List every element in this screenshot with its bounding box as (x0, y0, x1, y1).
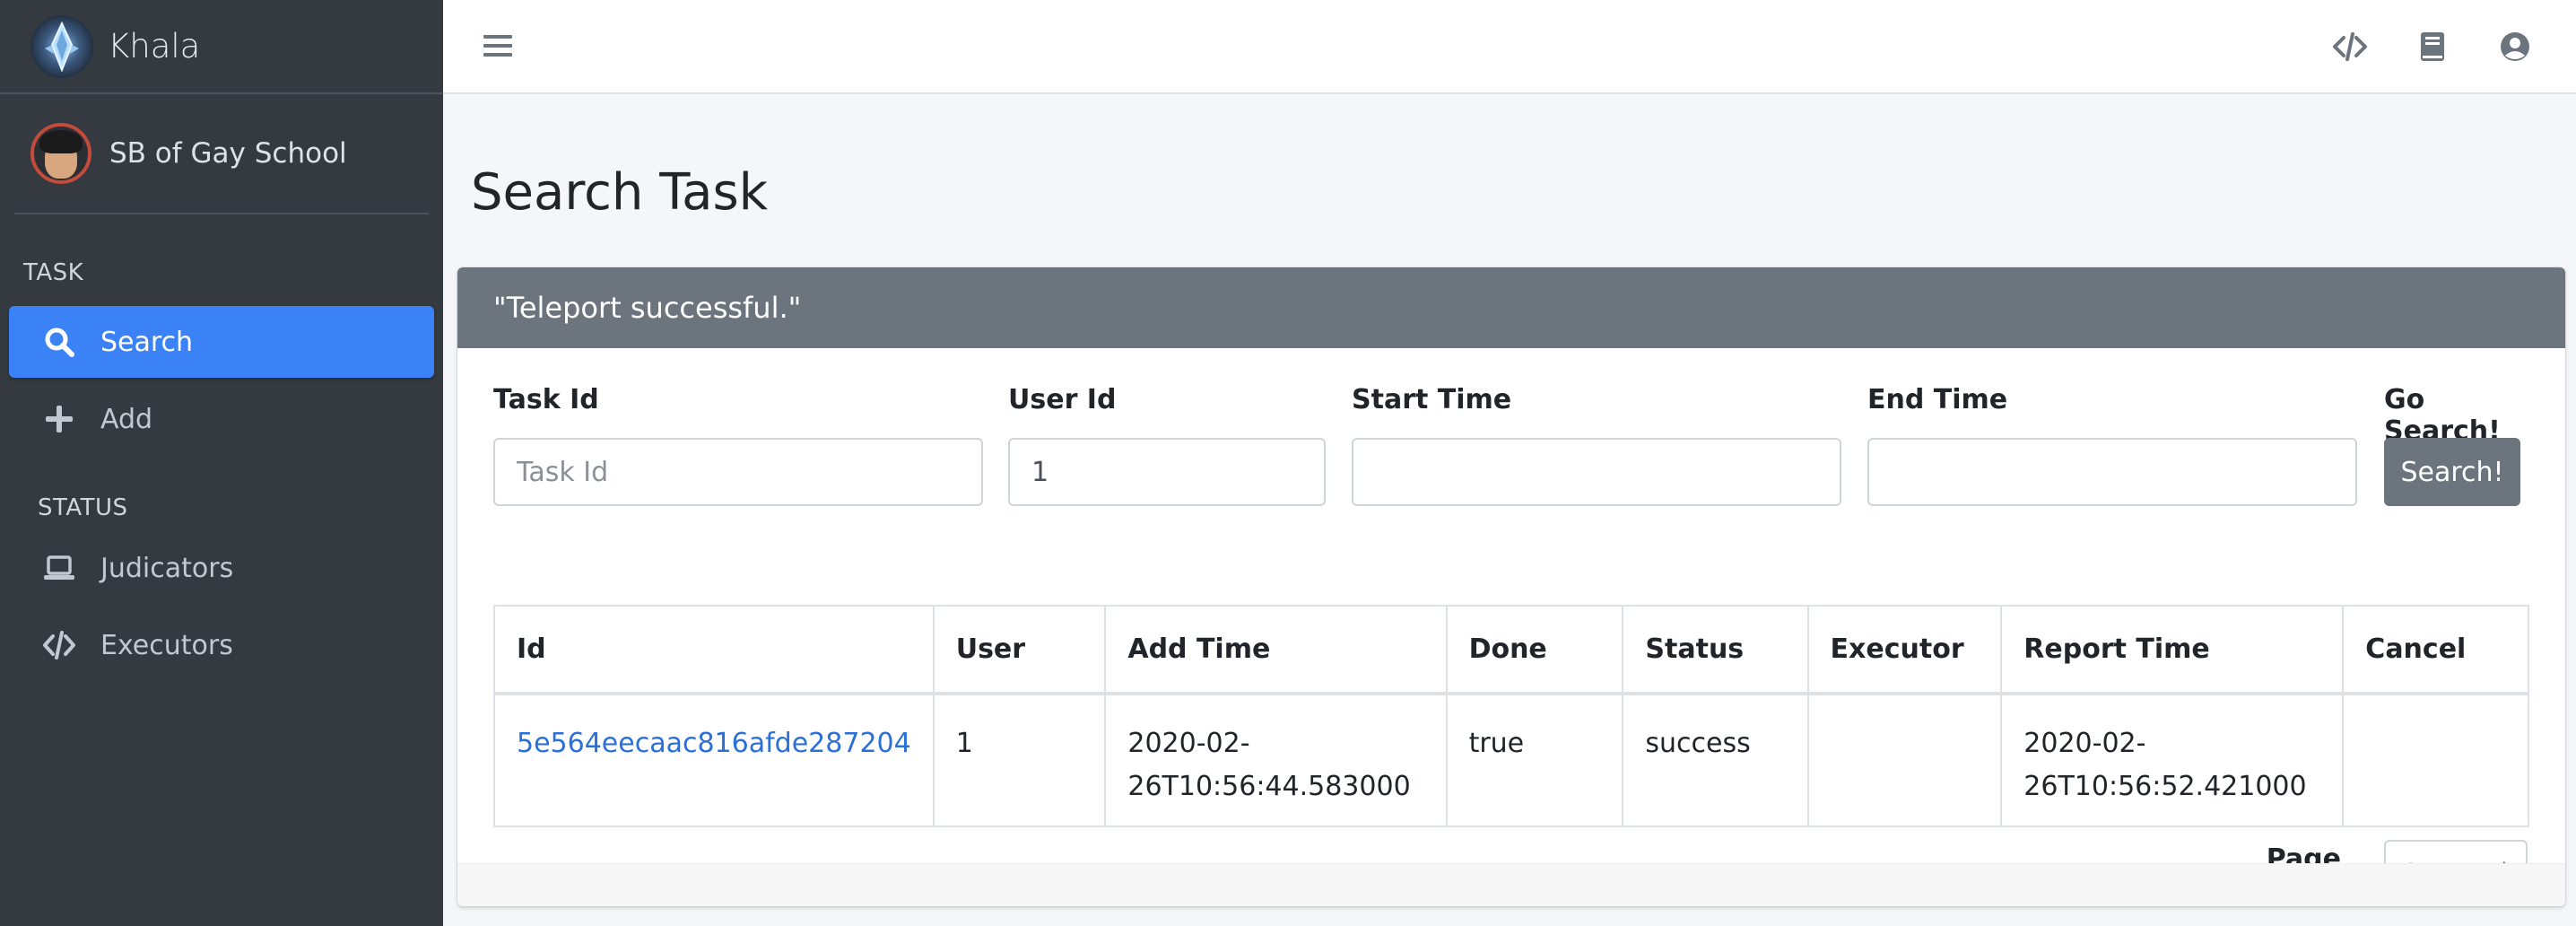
cell-report-time: 2020-02- 26T10:56:52.421000 (2000, 693, 2345, 827)
task-id-link[interactable]: 5e564eecaac816afde287204 (517, 728, 911, 759)
code-icon (41, 627, 77, 663)
sidebar-item-search[interactable]: Search (9, 306, 434, 378)
laptop-icon (41, 550, 77, 586)
cell-cancel (2342, 693, 2529, 827)
cell-id: 5e564eecaac816afde287204 (493, 693, 935, 827)
end-time-group: End Time (1867, 384, 2357, 506)
code-icon[interactable] (2328, 25, 2371, 68)
sidebar-item-executors[interactable]: Executors (9, 609, 434, 681)
alert-message: "Teleport successful." (457, 267, 2565, 348)
search-button[interactable]: Search! (2384, 438, 2520, 506)
sidebar-item-label: Search (100, 326, 194, 358)
sidebar: Khala SB of Gay School TASK Search Add S… (0, 0, 443, 926)
user-id-label: User Id (1008, 384, 1117, 415)
task-id-label: Task Id (493, 384, 599, 415)
add-time-part: 26T10:56:44.583000 (1127, 771, 1411, 802)
cell-add-time: 2020-02- 26T10:56:44.583000 (1104, 693, 1448, 827)
sidebar-item-add[interactable]: Add (9, 383, 434, 455)
brand-logo (30, 14, 93, 78)
topbar (443, 0, 2576, 94)
user-circle-icon[interactable] (2493, 25, 2537, 68)
table-row: 5e564eecaac816afde287204 1 2020-02- 26T10… (493, 693, 2529, 827)
sidebar-item-judicators[interactable]: Judicators (9, 532, 434, 604)
search-card: "Teleport successful." Task Id User Id S… (457, 267, 2565, 906)
column-header: Id (493, 605, 935, 695)
card-body: Task Id User Id Start Time End Time Go S… (457, 348, 2565, 906)
nav-header-status: STATUS (38, 494, 128, 521)
column-header: Report Time (2000, 605, 2345, 695)
column-header: Status (1622, 605, 1809, 695)
column-header: User (932, 605, 1107, 695)
task-table: Id User Add Time Done Status Executor Re… (493, 605, 2529, 827)
user-panel[interactable]: SB of Gay School (14, 94, 429, 214)
start-time-label: Start Time (1352, 384, 1512, 415)
hamburger-menu-icon[interactable] (481, 29, 515, 63)
add-time-part: 2020-02- (1127, 728, 1250, 759)
report-time-part: 2020-02- (2023, 728, 2146, 759)
crystal-logo-icon (45, 21, 79, 72)
cell-user: 1 (932, 693, 1107, 827)
book-icon[interactable] (2411, 25, 2454, 68)
card-footer (457, 863, 2565, 906)
start-time-group: Start Time (1352, 384, 1841, 506)
user-id-group: User Id (1008, 384, 1326, 506)
sidebar-item-label: Judicators (100, 552, 234, 584)
end-time-input[interactable] (1867, 438, 2357, 506)
topbar-icons (2289, 25, 2537, 68)
cell-executor (1806, 693, 2003, 827)
user-name: SB of Gay School (109, 137, 347, 170)
user-id-input[interactable] (1008, 438, 1326, 506)
avatar (30, 123, 91, 184)
page-title: Search Task (471, 163, 769, 222)
column-header: Add Time (1104, 605, 1448, 695)
brand[interactable]: Khala (0, 0, 443, 94)
sidebar-item-label: Add (100, 403, 153, 435)
search-icon (41, 324, 77, 360)
start-time-input[interactable] (1352, 438, 1841, 506)
sidebar-item-label: Executors (100, 629, 233, 661)
column-header: Done (1445, 605, 1624, 695)
column-header: Executor (1806, 605, 2003, 695)
column-header: Cancel (2342, 605, 2529, 695)
plus-icon (41, 401, 77, 437)
nav-header-task: TASK (23, 259, 84, 286)
table-header-row: Id User Add Time Done Status Executor Re… (493, 605, 2529, 695)
report-time-part: 26T10:56:52.421000 (2023, 771, 2307, 802)
brand-name: Khala (108, 27, 201, 66)
task-id-group: Task Id (493, 384, 983, 506)
cell-done: true (1445, 693, 1624, 827)
end-time-label: End Time (1867, 384, 2008, 415)
go-search-label: Go Search! (2384, 384, 2501, 447)
cell-status: success (1622, 693, 1809, 827)
go-search-group: Go Search! Search! (2384, 384, 2529, 506)
task-id-input[interactable] (493, 438, 983, 506)
